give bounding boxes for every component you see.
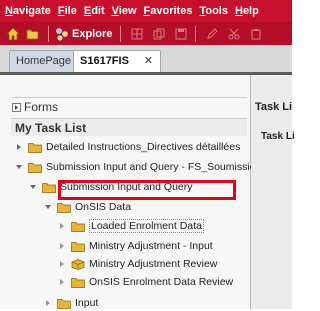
task-list-subheader: Task Li <box>261 131 295 142</box>
task-panel: Forms My Task List Detailed Instructions… <box>0 75 281 309</box>
tree-node-label: Ministry Adjustment Review <box>89 258 218 270</box>
tree-node-label: OnSIS Enrolment Data Review <box>89 276 234 288</box>
toolbar-divider <box>195 25 197 42</box>
expand-icon[interactable] <box>58 260 66 268</box>
collapse-icon[interactable] <box>29 183 37 191</box>
tree-node-label: Input <box>75 297 99 309</box>
tab-homepage-label: HomePage <box>16 55 72 67</box>
folder-icon <box>57 298 71 309</box>
copy-icon[interactable] <box>153 28 165 40</box>
toolbar: Explore <box>0 22 292 45</box>
close-icon[interactable]: ✕ <box>144 51 153 72</box>
expand-icon[interactable] <box>58 222 66 230</box>
expand-icon[interactable] <box>44 299 52 307</box>
tab-homepage[interactable]: HomePage <box>9 50 77 72</box>
expand-icon[interactable] <box>58 242 66 250</box>
explore-label: Explore <box>72 27 113 40</box>
explore-icon <box>55 27 69 41</box>
tree-node-ministry-adjustment-review[interactable]: Ministry Adjustment Review <box>58 256 217 272</box>
tree-node-onsis-enrolment-review[interactable]: OnSIS Enrolment Data Review <box>58 274 233 290</box>
menu-help[interactable]: Help <box>235 5 259 17</box>
expand-icon[interactable] <box>58 278 66 286</box>
collapse-icon[interactable] <box>15 163 23 171</box>
tree-node-label: OnSIS Data <box>75 201 132 213</box>
toolbar-divider <box>48 25 49 42</box>
cut-icon[interactable] <box>228 28 240 40</box>
menu-favorites[interactable]: Favorites <box>144 5 193 17</box>
task-list-panel: Task Li Task Li <box>251 75 295 309</box>
folder-icon <box>28 142 42 153</box>
toolbar-divider <box>120 25 122 42</box>
expand-icon[interactable] <box>15 143 23 151</box>
tree-node-label: Detailed Instructions_Directives détaill… <box>46 141 241 153</box>
task-list-header: Task Li <box>255 101 293 113</box>
open-folder-icon <box>57 202 71 213</box>
menu-file[interactable]: File <box>58 5 77 17</box>
forms-section[interactable]: Forms <box>12 97 247 116</box>
chevron-right-icon[interactable] <box>12 102 21 112</box>
open-folder-icon[interactable] <box>26 27 40 41</box>
open-folder-icon <box>28 162 42 173</box>
explore-button[interactable]: Explore <box>55 27 112 41</box>
home-icon[interactable] <box>6 27 20 41</box>
tab-s1617fis-label: S1617FIS <box>80 55 129 67</box>
tree-node-label: Submission Input and Query - FS_Soumissi… <box>46 161 281 173</box>
paste-icon[interactable] <box>250 28 262 40</box>
grid-icon[interactable] <box>131 28 143 40</box>
tree-node-submission-input-fs[interactable]: Submission Input and Query - FS_Soumissi… <box>15 159 281 175</box>
pencil-icon[interactable] <box>206 27 219 40</box>
menu-navigate[interactable]: Navigate <box>5 5 51 17</box>
tree-node-ministry-adjustment-input[interactable]: Ministry Adjustment - Input <box>58 238 213 254</box>
menu-tools[interactable]: Tools <box>199 5 228 17</box>
folder-icon <box>71 241 85 252</box>
menu-edit[interactable]: Edit <box>84 5 105 17</box>
tree-node-label: Loaded Enrolment Data <box>89 219 204 233</box>
forms-label: Forms <box>24 100 58 114</box>
tree-node-onsis-data[interactable]: OnSIS Data <box>44 199 131 215</box>
disk-icon[interactable] <box>175 28 187 40</box>
tree-node-label: Ministry Adjustment - Input <box>89 240 213 252</box>
folder-icon <box>71 277 85 288</box>
tab-s1617fis[interactable]: S1617FIS ✕ <box>73 50 161 72</box>
tab-strip: HomePage S1617FIS ✕ <box>0 45 292 75</box>
cube-icon <box>71 258 85 270</box>
highlight-box <box>58 180 236 200</box>
folder-icon <box>71 221 85 232</box>
menu-bar: Navigate File Edit View Favorites Tools … <box>0 0 292 22</box>
menu-view[interactable]: View <box>112 5 137 17</box>
tree-node-loaded-enrolment-data[interactable]: Loaded Enrolment Data <box>58 218 204 234</box>
my-task-list-header: My Task List <box>11 118 247 136</box>
open-folder-icon <box>42 182 56 193</box>
collapse-icon[interactable] <box>44 203 52 211</box>
tree-node-detailed-instructions[interactable]: Detailed Instructions_Directives détaill… <box>15 139 240 155</box>
